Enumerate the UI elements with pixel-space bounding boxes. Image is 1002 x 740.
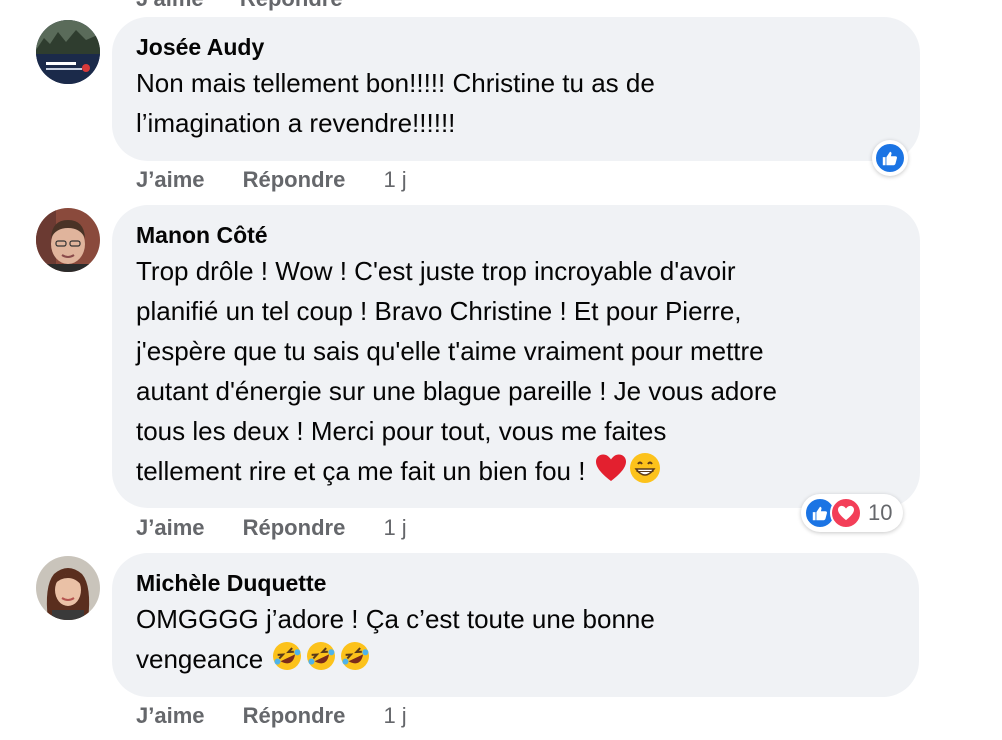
avatar[interactable] <box>36 556 100 620</box>
comment-text-line: autant d'énergie sur une blague pareille… <box>136 376 777 406</box>
comment-author[interactable]: Michèle Duquette <box>136 569 895 597</box>
reply-button[interactable]: Répondre <box>243 165 346 195</box>
comment-bubble: Michèle Duquette OMGGGG j’adore ! Ça c’e… <box>112 553 919 697</box>
comment-text-line: tellement rire et ça me fait un bien fou… <box>136 451 896 495</box>
comment-actions: J’aime Répondre 1 j <box>136 701 407 731</box>
comment-text-line: Non mais tellement bon!!!!! Christine tu… <box>136 68 655 98</box>
comment-text-line: j'espère que tu sais qu'elle t'aime vrai… <box>136 336 764 366</box>
comment-bubble: Josée Audy Non mais tellement bon!!!!! C… <box>112 17 920 161</box>
comment-text-line-content: vengeance <box>136 644 264 674</box>
comment-text-line: vengeance <box>136 639 895 683</box>
comment-text-line-content: tellement rire et ça me fait un bien fou… <box>136 456 586 486</box>
comment-actions: J’aime Répondre 1 j <box>136 513 407 543</box>
love-reaction-icon <box>830 497 862 529</box>
like-button[interactable]: J’aime <box>136 165 205 195</box>
reaction-count: 10 <box>868 500 893 525</box>
rolling-laughing-emoji <box>339 640 371 683</box>
avatar[interactable] <box>36 20 100 84</box>
rolling-laughing-emoji <box>305 640 337 683</box>
grinning-face-emoji <box>629 452 661 495</box>
comment-author[interactable]: Josée Audy <box>136 33 896 61</box>
red-heart-emoji <box>595 453 627 494</box>
previous-like-action[interactable]: J'aime <box>136 0 204 11</box>
comment-text: OMGGGG j’adore ! Ça c’est toute une bonn… <box>136 599 895 683</box>
comment-text-line: planifié un tel coup ! Bravo Christine !… <box>136 296 742 326</box>
comment-text-line: tous les deux ! Merci pour tout, vous me… <box>136 416 667 446</box>
comment-author[interactable]: Manon Côté <box>136 221 896 249</box>
comment-text-line: OMGGGG j’adore ! Ça c’est toute une bonn… <box>136 604 655 634</box>
comment-text: Non mais tellement bon!!!!! Christine tu… <box>136 63 896 143</box>
like-button[interactable]: J’aime <box>136 513 205 543</box>
like-button[interactable]: J’aime <box>136 701 205 731</box>
rolling-laughing-emoji <box>271 640 303 683</box>
comment-text: Trop drôle ! Wow ! C'est juste trop incr… <box>136 251 896 495</box>
previous-reply-action[interactable]: Répondre <box>240 0 343 11</box>
comment-text-line: l’imagination a revendre!!!!!! <box>136 108 456 138</box>
reaction-badge[interactable] <box>872 140 908 176</box>
comment-actions: J’aime Répondre 1 j <box>136 165 407 195</box>
reply-button[interactable]: Répondre <box>243 513 346 543</box>
like-reaction-icon <box>874 142 906 174</box>
comment-timestamp[interactable]: 1 j <box>383 513 406 543</box>
avatar[interactable] <box>36 208 100 272</box>
comment-timestamp[interactable]: 1 j <box>383 701 406 731</box>
reply-button[interactable]: Répondre <box>243 701 346 731</box>
comment-text-line: Trop drôle ! Wow ! C'est juste trop incr… <box>136 256 736 286</box>
comment-timestamp[interactable]: 1 j <box>383 165 406 195</box>
reaction-badge[interactable]: 10 <box>801 494 904 532</box>
comment-bubble: Manon Côté Trop drôle ! Wow ! C'est just… <box>112 205 920 508</box>
previous-comment-actions: J'aime Répondre <box>136 0 343 11</box>
